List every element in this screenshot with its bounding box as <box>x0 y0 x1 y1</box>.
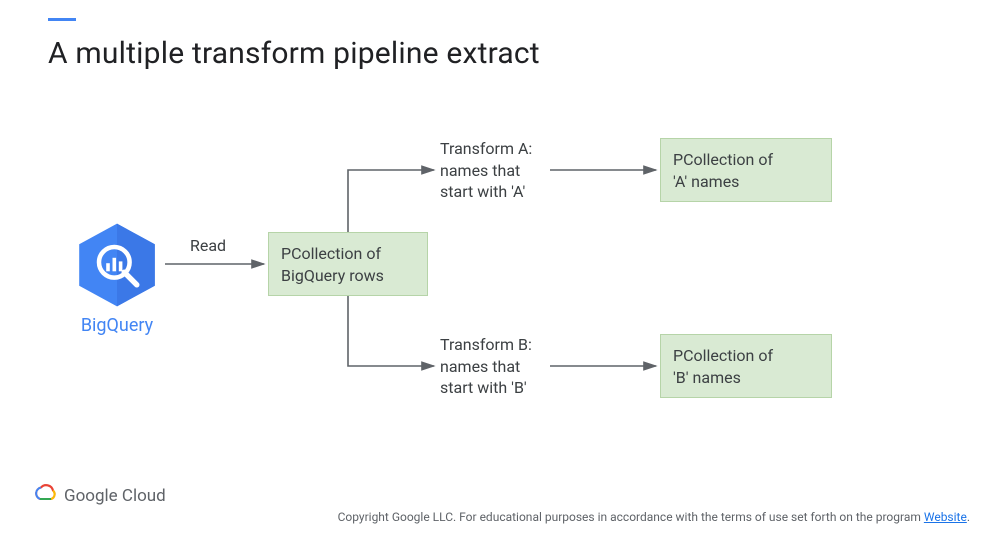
copyright-text: Copyright Google LLC. For educational pu… <box>338 510 970 524</box>
transform-a-line2: names that <box>440 160 532 182</box>
arrow-branch-b <box>348 296 434 366</box>
google-cloud-logo-icon <box>32 484 56 508</box>
bigquery-label: BigQuery <box>75 315 159 336</box>
copyright-pre: Copyright Google LLC. For educational pu… <box>338 510 924 524</box>
footer-brand: Google Cloud <box>32 484 166 508</box>
footer-brand-text: Google Cloud <box>64 486 166 506</box>
pcollection-input-box: PCollection of BigQuery rows <box>268 232 428 296</box>
transform-b-line3: start with 'B' <box>440 377 532 399</box>
pcollection-input-line1: PCollection of <box>281 243 415 265</box>
diagram-stage: BigQuery Read PCollection of BigQuery ro… <box>0 0 990 538</box>
transform-b-label: Transform B: names that start with 'B' <box>440 334 532 399</box>
pcollection-a-line2: 'A' names <box>673 171 819 193</box>
transform-a-line1: Transform A: <box>440 138 532 160</box>
pcollection-a-line1: PCollection of <box>673 149 819 171</box>
transform-a-label: Transform A: names that start with 'A' <box>440 138 532 203</box>
pcollection-a-box: PCollection of 'A' names <box>660 138 832 202</box>
pcollection-input-line2: BigQuery rows <box>281 265 415 287</box>
copyright-post: . <box>967 510 970 524</box>
pcollection-b-line2: 'B' names <box>673 367 819 389</box>
transform-b-line2: names that <box>440 356 532 378</box>
transform-b-line1: Transform B: <box>440 334 532 356</box>
transform-a-line3: start with 'A' <box>440 181 532 203</box>
read-label: Read <box>190 235 226 257</box>
pcollection-b-box: PCollection of 'B' names <box>660 334 832 398</box>
website-link[interactable]: Website <box>924 510 967 524</box>
bigquery-icon <box>72 220 162 314</box>
arrow-branch-a <box>348 170 434 232</box>
pcollection-b-line1: PCollection of <box>673 345 819 367</box>
